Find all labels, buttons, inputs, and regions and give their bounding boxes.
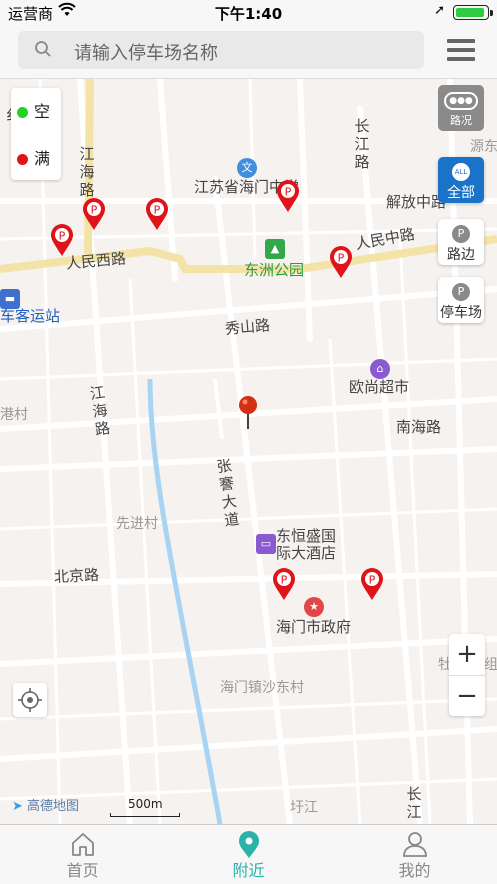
tab-nearby[interactable]: 附近 (166, 825, 331, 884)
traffic-icon: ●●● (444, 92, 478, 110)
parking-pin[interactable]: P (144, 197, 170, 231)
zoom-in-button[interactable]: + (449, 634, 485, 675)
filter-parking-lot-button[interactable]: P 停车场 (438, 277, 484, 323)
parking-pin[interactable]: P (328, 245, 354, 279)
parking-pin[interactable]: P (275, 179, 301, 213)
area-label-xianjin: 先进村 (116, 516, 158, 532)
tab-bar: 首页 附近 我的 (0, 824, 497, 884)
search-icon (34, 40, 52, 62)
parking-pin[interactable]: P (49, 223, 75, 257)
area-label-zu: 组 (484, 657, 497, 673)
park-icon: ▲ (265, 239, 285, 259)
legend-item-full: 满 (17, 145, 50, 168)
parking-icon: P (452, 283, 470, 301)
svg-text:P: P (281, 574, 288, 587)
area-label-gangcun: 港村 (0, 407, 28, 423)
user-icon (332, 831, 497, 857)
parking-pin[interactable]: P (271, 567, 297, 601)
svg-text:P: P (285, 186, 292, 199)
poi-label-government: 海门市政府 (276, 618, 352, 636)
battery-icon (453, 5, 493, 20)
government-icon: ★ (304, 597, 324, 617)
road-label-nanhai: 南海路 (396, 418, 442, 436)
search-input[interactable]: 请输入停车场名称 (18, 31, 424, 69)
tab-home[interactable]: 首页 (0, 825, 165, 884)
parking-pin[interactable]: P (359, 567, 385, 601)
tab-mine[interactable]: 我的 (332, 825, 497, 884)
poi-label-bus-station: 车客运站 (0, 307, 61, 325)
road-label-jianghai-north: 江海路 (79, 145, 95, 199)
map-brand-logo: ➤ 高德地图 (12, 799, 80, 814)
top-bar: 请输入停车场名称 (0, 24, 497, 79)
zoom-out-button[interactable]: − (449, 676, 485, 717)
parking-icon: P (452, 225, 470, 243)
poi-label-hotel-line2: 际大酒店 (276, 544, 337, 562)
current-location-marker (238, 395, 258, 431)
svg-text:P: P (369, 574, 376, 587)
road-label-jiefang: 解放中路 (386, 193, 447, 211)
list-menu-icon[interactable] (447, 39, 475, 61)
svg-text:P: P (154, 204, 161, 217)
area-label-yuandong: 源东 (470, 139, 497, 155)
road-label-changjiang-north: 长江路 (354, 117, 370, 171)
road-label-beijing: 北京路 (53, 565, 100, 587)
crosshair-icon (18, 688, 42, 712)
search-placeholder: 请输入停车场名称 (74, 43, 218, 64)
svg-text:P: P (338, 252, 345, 265)
shop-icon: ⌂ (370, 359, 390, 379)
status-bar: 运营商 下午1:40 ➚ (0, 0, 497, 24)
home-icon (0, 831, 165, 857)
clock: 下午1:40 (214, 5, 283, 23)
poi-label-hotel-line1: 东恒盛国 (276, 527, 337, 545)
svg-text:P: P (91, 204, 98, 217)
map-view[interactable]: 纟 江海路 长江路 源东 人民西路 人民中路 解放中路 秀山路 南海路 江海路 … (0, 79, 497, 824)
legend: 空 满 (11, 88, 61, 180)
locate-me-button[interactable] (13, 683, 47, 717)
poi-label-park: 东洲公园 (244, 261, 305, 279)
school-icon: 文 (237, 158, 257, 178)
filter-all-button[interactable]: ALL 全部 (438, 157, 484, 203)
bus-icon: ▬ (0, 289, 20, 309)
traffic-toggle[interactable]: ●●● 路况 (438, 85, 484, 131)
zoom-control: + − (449, 634, 485, 716)
area-label-yujiang: 圩江 (290, 800, 318, 816)
location-arrow-icon: ➚ (434, 3, 445, 18)
location-pin-icon (166, 831, 331, 858)
svg-text:P: P (59, 230, 66, 243)
parking-pin[interactable]: P (81, 197, 107, 231)
area-label-shadong: 海门镇沙东村 (220, 680, 304, 696)
road-label-changjiang-south: 长江 (406, 785, 422, 821)
filter-roadside-button[interactable]: P 路边 (438, 219, 484, 265)
road-label-xiushan: 秀山路 (224, 316, 271, 338)
hotel-icon: ▭ (256, 534, 276, 554)
legend-item-empty: 空 (17, 98, 50, 121)
poi-label-supermarket: 欧尚超市 (349, 378, 410, 396)
all-icon: ALL (452, 163, 470, 181)
